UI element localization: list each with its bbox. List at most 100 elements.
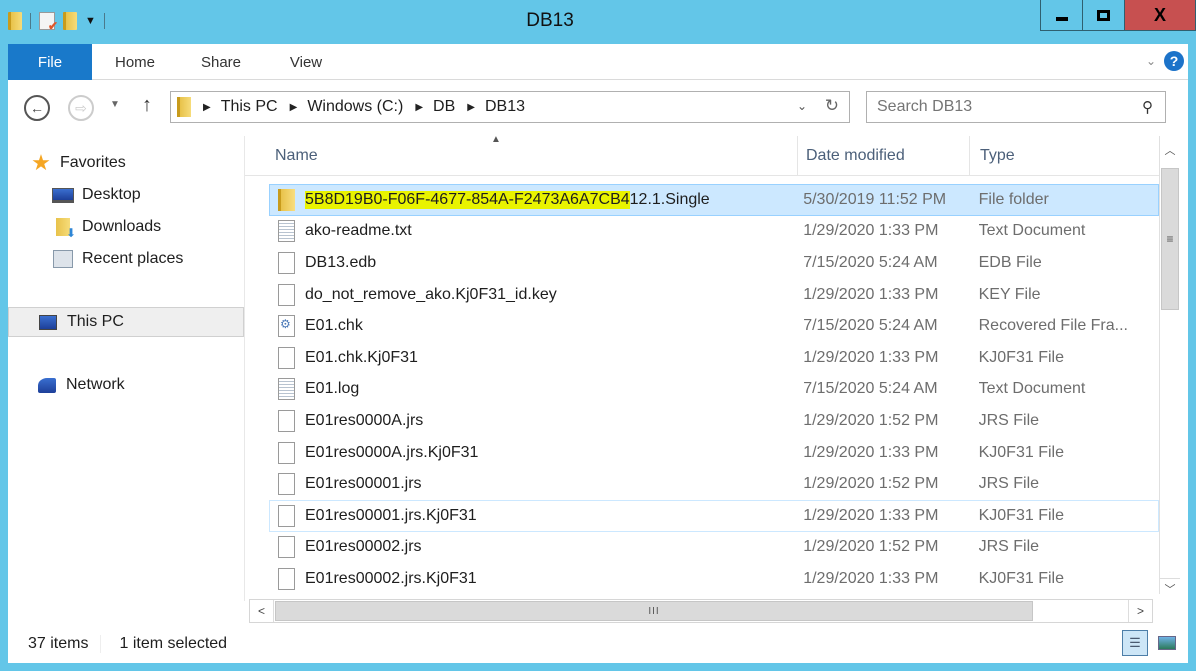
this-pc-icon [37,313,59,331]
file-row[interactable]: E01.chk 7/15/2020 5:24 AM Recovered File F… [269,310,1159,342]
breadcrumb-db13[interactable]: ▶ DB13 [455,98,525,116]
file-icon [278,283,295,306]
file-name-cell: E01res0000A.jrs.Kj0F31 [270,441,797,464]
maximize-button[interactable] [1083,0,1125,30]
chevron-right-icon[interactable]: ▶ [203,102,211,113]
up-arrow-icon[interactable]: ↑ [142,94,152,117]
text-file-icon [278,378,295,401]
help-icon[interactable]: ? [1164,51,1184,71]
file-row[interactable]: ako-readme.txt 1/29/2020 1:33 PM Text Docu… [269,216,1159,248]
file-icon [278,251,295,274]
breadcrumb-this-pc[interactable]: ▶ This PC [191,98,278,116]
address-bar[interactable]: ▶ This PC ▶ Windows (C:) ▶ DB ▶ DB13 ⌄ ↻ [170,91,850,123]
vertical-scroll-thumb[interactable]: ≡ [1161,168,1179,310]
file-name-cell: DB13.edb [270,251,797,274]
scroll-right-button[interactable]: > [1128,600,1152,622]
file-row[interactable]: do_not_remove_ako.Kj0F31_id.key 1/29/2020… [269,279,1159,311]
item-count: 37 items [28,635,102,653]
file-name-cell: E01.chk.Kj0F31 [270,346,797,369]
breadcrumb-label[interactable]: Windows (C:) [307,98,403,116]
text-file-icon [278,220,295,243]
sidebar-item-downloads[interactable]: Downloads [8,212,244,242]
breadcrumb-windows-c[interactable]: ▶ Windows (C:) [278,98,404,116]
search-icon[interactable]: ⚲ [1142,98,1153,116]
tab-file[interactable]: File [8,44,92,80]
column-header-date-modified[interactable]: Date modified [798,136,970,176]
sidebar-item-this-pc[interactable]: This PC [8,307,244,337]
title-bar: ▼ DB13 X [0,0,1196,44]
breadcrumb-label[interactable]: DB13 [485,98,525,116]
back-button[interactable]: ← [24,95,50,121]
checkpoint-file-icon [278,315,295,338]
sidebar-item-network[interactable]: Network [8,370,244,400]
file-row[interactable]: E01res00002.jrs.Kj0F31 1/29/2020 1:33 PM K… [269,563,1159,595]
chevron-down-icon[interactable]: ⌄ [797,99,807,113]
type-cell: Recovered File Fra... [978,317,1128,335]
large-icons-view-button[interactable] [1154,630,1180,656]
scroll-left-button[interactable]: < [250,600,274,622]
file-row[interactable]: 5B8D19B0-F06F-4677-854A-F2473A6A7CB4 12.1… [269,184,1159,216]
refresh-icon[interactable]: ↻ [825,96,839,116]
recent-places-icon [52,250,74,268]
breadcrumb-db[interactable]: ▶ DB [403,98,455,116]
grip-icon: III [648,605,660,617]
tab-home[interactable]: Home [100,44,170,80]
scroll-up-button[interactable]: ︿ [1160,140,1180,160]
minimize-button[interactable] [1041,0,1083,30]
scroll-down-button[interactable]: ﹀ [1160,578,1180,598]
details-view-icon: ☰ [1129,635,1141,650]
date-modified-cell: 7/15/2020 5:24 AM [803,380,938,398]
file-name-cell: 5B8D19B0-F06F-4677-854A-F2473A6A7CB4 12.1… [270,188,797,211]
navigation-pane: ★ Favorites Desktop Downloads Recent pla… [8,136,244,601]
close-button[interactable]: X [1125,0,1195,30]
expand-ribbon-icon[interactable]: ⌄ [1146,54,1156,68]
file-list: ▲ Name Date modified Type 5B8D19B0-F06F-… [244,134,1188,601]
recent-locations-icon[interactable]: ▼ [110,99,120,110]
folder-icon [278,188,295,211]
horizontal-scrollbar[interactable]: < III > [249,599,1153,623]
forward-button[interactable]: ⇨ [68,95,94,121]
file-row[interactable]: E01res0000A.jrs 1/29/2020 1:52 PM JRS File [269,405,1159,437]
file-row[interactable]: E01res00001.jrs.Kj0F31 1/29/2020 1:33 PM K… [269,499,1159,532]
type-cell: KJ0F31 File [978,348,1064,366]
breadcrumb-label[interactable]: DB [433,98,455,116]
column-header-name[interactable]: ▲ Name [245,134,798,176]
network-icon [36,376,58,394]
type-cell: EDB File [978,253,1042,271]
large-icons-view-icon [1158,636,1176,650]
file-row[interactable]: DB13.edb 7/15/2020 5:24 AM EDB File [269,247,1159,279]
grip-icon: ≡ [1166,232,1174,246]
column-header-type[interactable]: Type [970,136,1159,176]
selection-count: 1 item selected [119,635,228,652]
file-row[interactable]: E01res0000A.jrs.Kj0F31 1/29/2020 1:33 PM K… [269,437,1159,469]
search-input[interactable] [877,98,1127,116]
minimize-icon [1055,17,1068,21]
file-name-cell: E01res00001.jrs [270,473,797,496]
vertical-scrollbar[interactable]: ︿ ≡ ﹀ [1159,136,1180,596]
file-row[interactable]: E01res00002.jrs 1/29/2020 1:52 PM JRS File [269,532,1159,564]
chevron-right-icon[interactable]: ▶ [290,102,298,113]
sidebar-item-favorites[interactable]: ★ Favorites [8,148,244,178]
breadcrumb-label[interactable]: This PC [221,98,278,116]
chevron-right-icon[interactable]: ▶ [467,102,475,113]
search-box[interactable]: ⚲ [866,91,1166,123]
tab-share[interactable]: Share [188,44,254,80]
desktop-icon [52,186,74,204]
details-view-button[interactable]: ☰ [1122,630,1148,656]
horizontal-scroll-thumb[interactable]: III [275,601,1033,621]
file-name-cell: E01res00002.jrs.Kj0F31 [270,567,797,590]
sidebar-item-label: Downloads [82,218,162,235]
file-row[interactable]: E01res00001.jrs 1/29/2020 1:52 PM JRS File [269,468,1159,500]
file-name: E01res00002.jrs.Kj0F31 [305,569,477,587]
file-name-rest: 12.1.Single [629,190,710,208]
type-cell: JRS File [978,538,1040,556]
type-cell: KEY File [978,285,1041,303]
chevron-right-icon[interactable]: ▶ [415,102,423,113]
sidebar-item-desktop[interactable]: Desktop [8,180,244,210]
file-row[interactable]: E01.chk.Kj0F31 1/29/2020 1:33 PM KJ0F31 Fi… [269,342,1159,374]
star-icon: ★ [31,150,51,175]
explorer-window: File Home Share View ⌄ ? ← ⇨ ▼ ↑ ▶ This P… [8,44,1188,663]
file-row[interactable]: E01.log 7/15/2020 5:24 AM Text Document [269,374,1159,406]
sidebar-item-recent-places[interactable]: Recent places [8,244,244,274]
tab-view[interactable]: View [276,44,336,80]
